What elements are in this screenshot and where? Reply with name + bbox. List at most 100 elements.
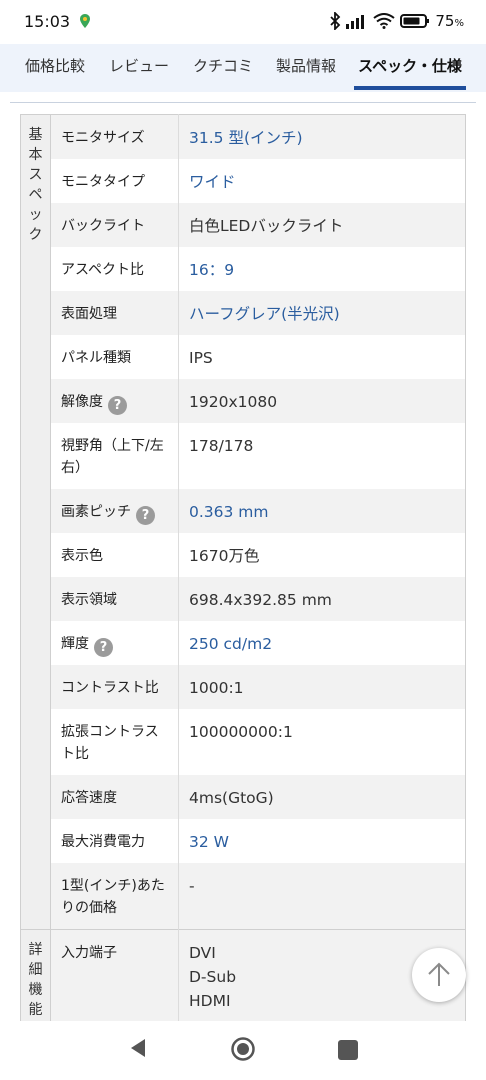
spec-row: 基本スペック モニタサイズ 31.5 型(インチ) bbox=[20, 114, 466, 930]
spec-value-link[interactable]: 32 W bbox=[178, 818, 466, 863]
spec-label: 拡張コントラスト比 bbox=[50, 708, 179, 775]
question-circle-icon[interactable]: ? bbox=[94, 637, 113, 657]
spec-value-link[interactable]: ワイド bbox=[178, 158, 466, 203]
spec-row: コントラスト比 1000:1 bbox=[21, 664, 466, 709]
spec-value-link[interactable]: 31.5 型(インチ) bbox=[178, 114, 466, 159]
spec-row: バックライト 白色LEDバックライト bbox=[21, 202, 466, 247]
spec-row: 拡張コントラスト比 100000000:1 bbox=[21, 708, 466, 775]
battery-icon bbox=[400, 14, 430, 28]
spec-row: 輝度? 250 cd/m2 bbox=[21, 620, 466, 665]
tab-product-info[interactable]: 製品情報 bbox=[275, 44, 337, 92]
arrow-up-icon bbox=[428, 962, 450, 986]
spec-row: 表示領域 698.4x392.85 mm bbox=[21, 576, 466, 621]
spec-category-char: ス bbox=[28, 167, 43, 183]
bluetooth-icon bbox=[330, 12, 341, 30]
tab-kuchikomi[interactable]: クチコミ bbox=[192, 44, 254, 92]
spec-category-char: 詳 bbox=[28, 942, 43, 958]
spec-label: 表示領域 bbox=[50, 576, 179, 621]
tab-bar: 価格比較 レビュー クチコミ 製品情報 スペック・仕様 bbox=[0, 44, 486, 92]
spec-label: 表面処理 bbox=[50, 290, 179, 335]
spec-label: 表示色 bbox=[50, 532, 179, 577]
spec-category-char: ク bbox=[28, 227, 43, 243]
status-time: 15:03 bbox=[24, 12, 71, 31]
spec-value-link[interactable]: 16：9 bbox=[178, 246, 466, 291]
spec-row: 表面処理 ハーフグレア(半光沢) bbox=[21, 290, 466, 335]
spec-row: 画素ピッチ? 0.363 mm bbox=[21, 488, 466, 533]
spec-label-text: 入力端子 bbox=[61, 945, 117, 961]
spec-category-char: 機 bbox=[28, 982, 43, 998]
spec-label: モニタサイズ bbox=[50, 114, 179, 159]
spec-row: 応答速度 4ms(GtoG) bbox=[21, 774, 466, 819]
spec-row: パネル種類 IPS bbox=[21, 334, 466, 379]
spec-label: アスペクト比 bbox=[50, 246, 179, 291]
spec-label: 画素ピッチ? bbox=[50, 488, 179, 533]
spec-value: 白色LEDバックライト bbox=[178, 202, 466, 247]
spec-label-text: アスペクト比 bbox=[61, 261, 145, 278]
spec-label: 最大消費電力 bbox=[50, 818, 179, 863]
tab-price-compare[interactable]: 価格比較 bbox=[24, 44, 86, 92]
spec-label-text: コントラスト比 bbox=[61, 679, 159, 696]
spec-label-text: 輝度 bbox=[61, 635, 89, 652]
signal-icon bbox=[346, 15, 365, 29]
spec-label: 解像度? bbox=[50, 378, 179, 423]
circle-home-icon[interactable] bbox=[230, 1036, 256, 1062]
spec-row: 表示色 1670万色 bbox=[21, 532, 466, 577]
spec-label-text: 拡張コントラスト比 bbox=[61, 723, 159, 762]
wifi-icon bbox=[373, 13, 396, 29]
spec-label: 視野角（上下/左右） bbox=[50, 422, 179, 489]
spec-category-char: 本 bbox=[28, 147, 43, 163]
spec-table: 基本スペック モニタサイズ 31.5 型(インチ) モニタタイプ ワイドバックライト 白色… bbox=[20, 114, 466, 1022]
spec-row: 視野角（上下/左右） 178/178 bbox=[21, 422, 466, 489]
spec-label: モニタタイプ bbox=[50, 158, 179, 203]
spec-row: 解像度? 1920x1080 bbox=[21, 378, 466, 423]
status-bar: 15:03 75% bbox=[0, 0, 486, 44]
tab-review[interactable]: レビュー bbox=[108, 44, 170, 92]
spec-label: コントラスト比 bbox=[50, 664, 179, 709]
spec-label-text: パネル種類 bbox=[61, 349, 131, 366]
spec-label-text: 画素ピッチ bbox=[61, 503, 131, 520]
spec-category-char: ペ bbox=[28, 187, 43, 203]
spec-label: 1型(インチ)あたりの価格 bbox=[50, 862, 179, 930]
spec-label-text: 最大消費電力 bbox=[61, 833, 145, 850]
spec-label-text: 応答速度 bbox=[61, 789, 117, 806]
spec-category-char: ッ bbox=[28, 207, 43, 223]
question-circle-icon[interactable]: ? bbox=[136, 505, 155, 525]
spec-value-link[interactable]: ハーフグレア(半光沢) bbox=[178, 290, 466, 335]
spec-label: 輝度? bbox=[50, 620, 179, 665]
spec-label-text: モニタサイズ bbox=[61, 130, 145, 146]
spec-category-char: 基 bbox=[28, 127, 43, 143]
spec-category-char: 能 bbox=[28, 1002, 43, 1018]
spec-row: 1型(インチ)あたりの価格 - bbox=[21, 862, 466, 930]
spec-value: IPS bbox=[178, 334, 466, 379]
spec-row: 最大消費電力 32 W bbox=[21, 818, 466, 863]
spec-value: 1670万色 bbox=[178, 532, 466, 577]
spec-value-link[interactable]: 250 cd/m2 bbox=[178, 620, 466, 665]
spec-value: 4ms(GtoG) bbox=[178, 774, 466, 819]
spec-label-text: 表示領域 bbox=[61, 591, 117, 608]
spec-label-text: 1型(インチ)あたりの価格 bbox=[61, 877, 165, 916]
spec-value: 178/178 bbox=[178, 422, 466, 489]
navigation-bar bbox=[0, 1021, 486, 1080]
spec-value: 698.4x392.85 mm bbox=[178, 576, 466, 621]
spec-label-text: 視野角（上下/左右） bbox=[61, 437, 164, 476]
spec-label-text: バックライト bbox=[61, 217, 145, 234]
location-icon bbox=[80, 14, 90, 28]
spec-value: - bbox=[178, 862, 466, 930]
tab-spec-active[interactable]: スペック・仕様 bbox=[354, 44, 466, 92]
scroll-top-button[interactable] bbox=[412, 948, 466, 1002]
spec-category: 詳細機能 bbox=[20, 929, 51, 1022]
triangle-back-icon[interactable] bbox=[129, 1037, 147, 1059]
spec-label: パネル種類 bbox=[50, 334, 179, 379]
divider bbox=[10, 102, 476, 103]
spec-label-text: 表面処理 bbox=[61, 305, 117, 322]
spec-value: 100000000:1 bbox=[178, 708, 466, 775]
square-recent-icon[interactable] bbox=[338, 1040, 358, 1060]
spec-value-link[interactable]: 0.363 mm bbox=[178, 488, 466, 533]
spec-label-text: 表示色 bbox=[61, 547, 103, 564]
spec-label-text: 解像度 bbox=[61, 393, 103, 410]
spec-label: バックライト bbox=[50, 202, 179, 247]
question-circle-icon[interactable]: ? bbox=[108, 395, 127, 415]
spec-row: モニタタイプ ワイド bbox=[21, 158, 466, 203]
spec-row: 詳細機能入力端子 DVI D-Sub HDMI bbox=[20, 929, 466, 1022]
spec-label-text: モニタタイプ bbox=[61, 173, 145, 190]
